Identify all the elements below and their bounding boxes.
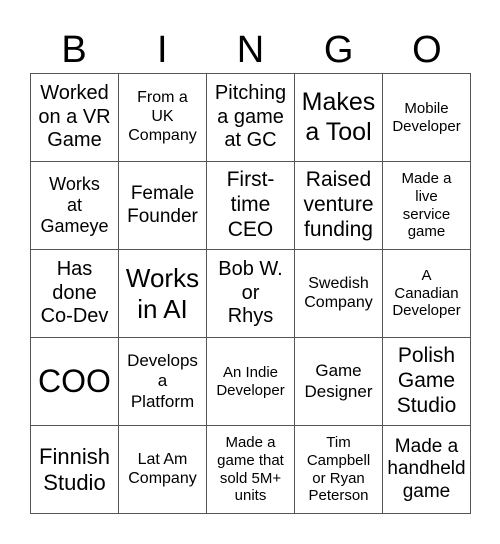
bingo-grid: Worked on a VR Game From a UK Company Pi… xyxy=(30,73,471,514)
bingo-cell[interactable]: Worked on a VR Game xyxy=(31,74,119,162)
header-letter-n: N xyxy=(236,29,265,71)
bingo-cell[interactable]: Lat Am Company xyxy=(119,426,207,514)
bingo-cell[interactable]: Made a handheld game xyxy=(383,426,471,514)
bingo-cell[interactable]: Raised venture funding xyxy=(295,162,383,250)
bingo-cell[interactable]: Swedish Company xyxy=(295,250,383,338)
bingo-cell[interactable]: Game Designer xyxy=(295,338,383,426)
header-letter-b: B xyxy=(61,29,87,71)
bingo-cell[interactable]: Develops a Platform xyxy=(119,338,207,426)
bingo-cell[interactable]: Tim Campbell or Ryan Peterson xyxy=(295,426,383,514)
bingo-header: B I N G O xyxy=(30,28,471,73)
bingo-cell[interactable]: Pitching a game at GC xyxy=(207,74,295,162)
header-letter-o: O xyxy=(412,29,442,71)
bingo-cell[interactable]: Polish Game Studio xyxy=(383,338,471,426)
bingo-cell[interactable]: Mobile Developer xyxy=(383,74,471,162)
bingo-cell[interactable]: From a UK Company xyxy=(119,74,207,162)
bingo-cell[interactable]: First- time CEO xyxy=(207,162,295,250)
bingo-cell[interactable]: Bob W. or Rhys xyxy=(207,250,295,338)
bingo-cell[interactable]: Works in AI xyxy=(119,250,207,338)
bingo-cell[interactable]: Female Founder xyxy=(119,162,207,250)
bingo-cell[interactable]: An Indie Developer xyxy=(207,338,295,426)
bingo-cell[interactable]: COO xyxy=(31,338,119,426)
header-letter-i: I xyxy=(157,29,168,71)
bingo-cell[interactable]: A Canadian Developer xyxy=(383,250,471,338)
header-letter-g: G xyxy=(323,29,354,71)
bingo-cell[interactable]: Finnish Studio xyxy=(31,426,119,514)
bingo-cell[interactable]: Made a game that sold 5M+ units xyxy=(207,426,295,514)
bingo-cell[interactable]: Made a live service game xyxy=(383,162,471,250)
bingo-cell[interactable]: Works at Gameye xyxy=(31,162,119,250)
bingo-cell[interactable]: Has done Co-Dev xyxy=(31,250,119,338)
bingo-cell[interactable]: Makes a Tool xyxy=(295,74,383,162)
